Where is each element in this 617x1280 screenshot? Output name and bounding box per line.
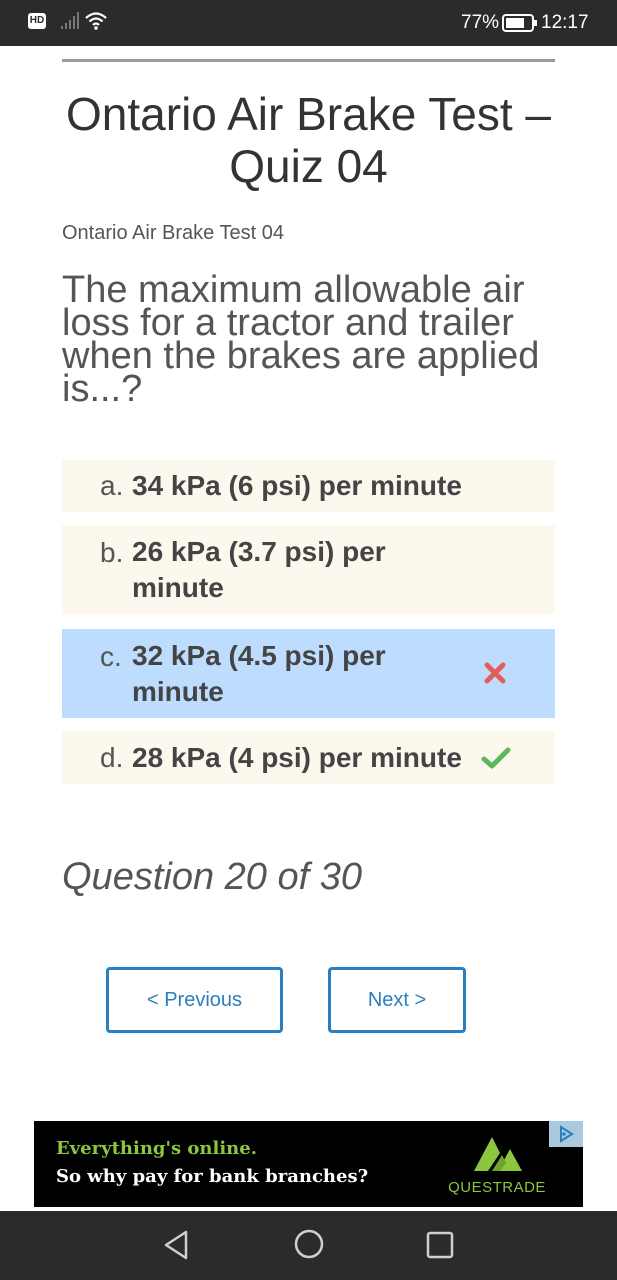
next-button[interactable]: Next > xyxy=(328,967,466,1033)
answer-text: 26 kPa (3.7 psi) per minute xyxy=(132,535,386,603)
battery-percent: 77% xyxy=(461,12,500,33)
battery-icon xyxy=(502,14,537,32)
hd-badge: HD xyxy=(28,13,46,29)
quiz-subtitle: Ontario Air Brake Test 04 xyxy=(62,222,284,244)
ad-banner[interactable]: Everything's online. So why pay for bank… xyxy=(34,1121,583,1207)
ad-tagline: So why pay for bank branches? xyxy=(56,1166,369,1187)
answer-text: 34 kPa (6 psi) per minute xyxy=(132,470,462,501)
answer-letter: d. xyxy=(100,741,124,773)
home-icon[interactable] xyxy=(292,1227,326,1261)
check-mark-icon xyxy=(481,747,511,769)
answer-text: 28 kPa (4 psi) per minute xyxy=(132,741,462,773)
page-title: Ontario Air Brake Test – Quiz 04 xyxy=(66,88,551,192)
answer-option-b[interactable]: b. 26 kPa (3.7 psi) per minute xyxy=(62,525,555,614)
answer-letter: a. xyxy=(100,470,124,501)
ad-choices-icon[interactable] xyxy=(549,1121,583,1147)
answer-letter: b. xyxy=(100,537,124,568)
recents-icon[interactable] xyxy=(426,1231,454,1259)
questrade-logo-icon xyxy=(474,1137,522,1171)
cross-mark-icon xyxy=(484,662,506,684)
answer-letter: c. xyxy=(100,641,122,672)
back-icon[interactable] xyxy=(162,1229,190,1261)
top-divider xyxy=(62,59,555,62)
ad-headline: Everything's online. xyxy=(56,1138,257,1159)
answer-option-c[interactable]: c. 32 kPa (4.5 psi) per minute xyxy=(62,629,555,718)
question-text: The maximum allowable air loss for a tra… xyxy=(62,269,540,410)
wifi-icon xyxy=(85,12,107,30)
answer-option-a[interactable]: a. 34 kPa (6 psi) per minute xyxy=(62,460,555,512)
answer-text: 32 kPa (4.5 psi) per minute xyxy=(132,639,386,707)
question-progress: Question 20 of 30 xyxy=(62,856,362,898)
previous-button[interactable]: < Previous xyxy=(106,967,283,1033)
system-nav-bar xyxy=(0,1211,617,1280)
status-bar: HD 77% 12:17 xyxy=(0,0,617,46)
clock: 12:17 xyxy=(541,12,589,33)
ad-brand: QUESTRADE xyxy=(448,1179,546,1196)
signal-icon xyxy=(61,12,79,29)
